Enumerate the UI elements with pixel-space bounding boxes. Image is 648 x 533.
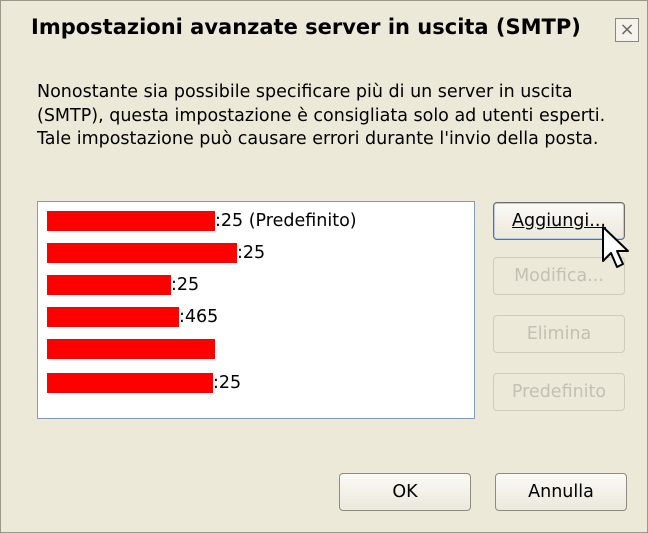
set-default-button[interactable]: Predefinito — [493, 373, 625, 411]
redacted-hostname — [47, 243, 237, 263]
smtp-server-list[interactable]: :25 (Predefinito) :25 :25 :465 :25 — [37, 201, 475, 419]
redacted-hostname — [47, 373, 213, 393]
list-item[interactable]: :25 — [47, 274, 199, 296]
close-icon[interactable]: × — [615, 18, 639, 42]
server-port: :25 (Predefinito) — [215, 211, 357, 231]
warning-description: Nonostante sia possibile specificare più… — [37, 82, 606, 149]
list-item[interactable]: :25 — [47, 242, 265, 264]
redacted-hostname — [47, 275, 171, 295]
redacted-hostname — [47, 339, 215, 359]
server-port: :25 — [237, 243, 266, 263]
server-port: :25 — [213, 373, 242, 393]
smtp-advanced-dialog: Impostazioni avanzate server in uscita (… — [0, 0, 648, 533]
redacted-hostname — [47, 211, 215, 231]
dialog-title: Impostazioni avanzate server in uscita (… — [31, 15, 581, 39]
delete-button[interactable]: Elimina — [493, 315, 625, 353]
add-button-label: Aggiungi... — [512, 211, 606, 231]
title-bar: Impostazioni avanzate server in uscita (… — [1, 1, 647, 63]
mouse-pointer-icon — [602, 226, 629, 268]
server-port: :25 — [171, 275, 200, 295]
list-item[interactable]: :25 — [47, 372, 241, 394]
list-item[interactable]: :465 — [47, 306, 218, 328]
cancel-button[interactable]: Annulla — [495, 473, 627, 511]
list-item[interactable]: :25 (Predefinito) — [47, 210, 357, 232]
list-item[interactable] — [47, 338, 215, 360]
ok-button[interactable]: OK — [339, 473, 471, 511]
server-port: :465 — [179, 307, 219, 327]
redacted-hostname — [47, 307, 179, 327]
